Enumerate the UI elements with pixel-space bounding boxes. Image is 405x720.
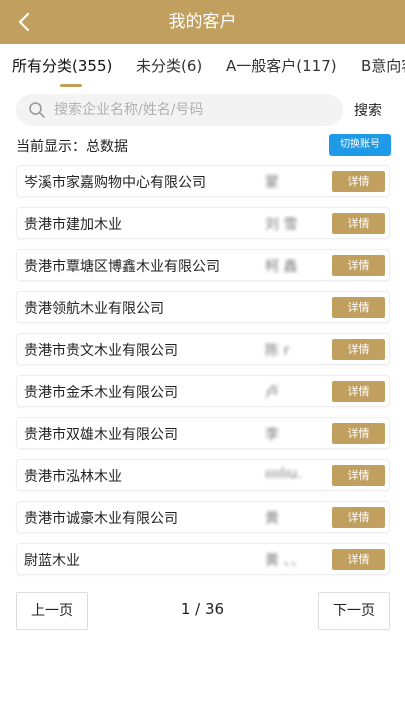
contact-name: ıııılıu. — [265, 466, 302, 482]
customer-list: 岑溪市家嘉购物中心有限公司 蒙 详情 贵港市建加木业 刘 雪 详情 贵港市覃塘区… — [16, 165, 390, 585]
tab-uncategorized[interactable]: 未分类(6) — [136, 55, 202, 76]
tab-a-general[interactable]: A一般客户(117) — [226, 55, 337, 76]
page-title: 我的客户 — [168, 12, 237, 32]
contact-name: 黄 — [265, 511, 279, 527]
customer-row[interactable]: 贵港领航木业有限公司 详情 — [16, 291, 390, 323]
detail-button[interactable]: 详情 — [332, 507, 385, 528]
customer-row[interactable]: 贵港市泓林木业 ıııılıu. 详情 — [16, 459, 390, 491]
company-name: 尉蓝木业 — [24, 553, 80, 569]
company-name: 贵港市泓林木业 — [24, 469, 122, 485]
search-box — [16, 94, 343, 126]
company-name: 岑溪市家嘉购物中心有限公司 — [24, 175, 206, 191]
detail-button[interactable]: 详情 — [332, 255, 385, 276]
detail-button[interactable]: 详情 — [332, 171, 385, 192]
detail-button[interactable]: 详情 — [332, 213, 385, 234]
current-display-label: 当前显示：总数据 — [16, 139, 128, 155]
contact-name: 陈 r — [265, 343, 290, 359]
switch-account-button[interactable]: 切换账号 — [329, 134, 391, 156]
contact-name: 李 — [265, 427, 279, 443]
company-name: 贵港市金禾木业有限公司 — [24, 385, 178, 401]
detail-button[interactable]: 详情 — [332, 297, 385, 318]
detail-button[interactable]: 详情 — [332, 423, 385, 444]
search-button[interactable]: 搜索 — [354, 100, 382, 120]
detail-button[interactable]: 详情 — [332, 381, 385, 402]
search-input[interactable] — [54, 94, 334, 126]
company-name: 贵港市建加木业 — [24, 217, 122, 233]
detail-button[interactable]: 详情 — [332, 339, 385, 360]
contact-name: 柯 鑫 — [265, 259, 298, 275]
contact-name: 刘 雪 — [265, 217, 298, 233]
customer-row[interactable]: 贵港市建加木业 刘 雪 详情 — [16, 207, 390, 239]
company-name: 贵港领航木业有限公司 — [24, 301, 164, 317]
tab-all[interactable]: 所有分类(355) — [12, 55, 112, 76]
customer-row[interactable]: 尉蓝木业 黄 、、 详情 — [16, 543, 390, 575]
customer-row[interactable]: 贵港市贵文木业有限公司 陈 r 详情 — [16, 333, 390, 365]
customer-row[interactable]: 岑溪市家嘉购物中心有限公司 蒙 详情 — [16, 165, 390, 197]
tab-b-intention[interactable]: B意向客户 — [361, 55, 405, 76]
contact-name: 蒙 — [265, 175, 279, 191]
customer-row[interactable]: 贵港市金禾木业有限公司 卢 详情 — [16, 375, 390, 407]
category-tabs: 所有分类(355) 未分类(6) A一般客户(117) B意向客户 — [0, 44, 405, 88]
company-name: 贵港市贵文木业有限公司 — [24, 343, 178, 359]
customer-row[interactable]: 贵港市双雄木业有限公司 李 详情 — [16, 417, 390, 449]
customer-row[interactable]: 贵港市覃塘区博鑫木业有限公司 柯 鑫 详情 — [16, 249, 390, 281]
next-page-button[interactable]: 下一页 — [318, 592, 390, 630]
customer-row[interactable]: 贵港市诚豪木业有限公司 黄 详情 — [16, 501, 390, 533]
search-icon — [29, 102, 45, 118]
detail-button[interactable]: 详情 — [332, 465, 385, 486]
company-name: 贵港市覃塘区博鑫木业有限公司 — [24, 259, 220, 275]
company-name: 贵港市诚豪木业有限公司 — [24, 511, 178, 527]
contact-name: 黄 、、 — [265, 553, 305, 569]
app-header: 我的客户 — [0, 0, 405, 44]
active-tab-indicator — [60, 84, 82, 87]
company-name: 贵港市双雄木业有限公司 — [24, 427, 178, 443]
pagination: 上一页 1 / 36 下一页 — [0, 592, 405, 630]
detail-button[interactable]: 详情 — [332, 549, 385, 570]
contact-name: 卢 — [265, 385, 279, 401]
